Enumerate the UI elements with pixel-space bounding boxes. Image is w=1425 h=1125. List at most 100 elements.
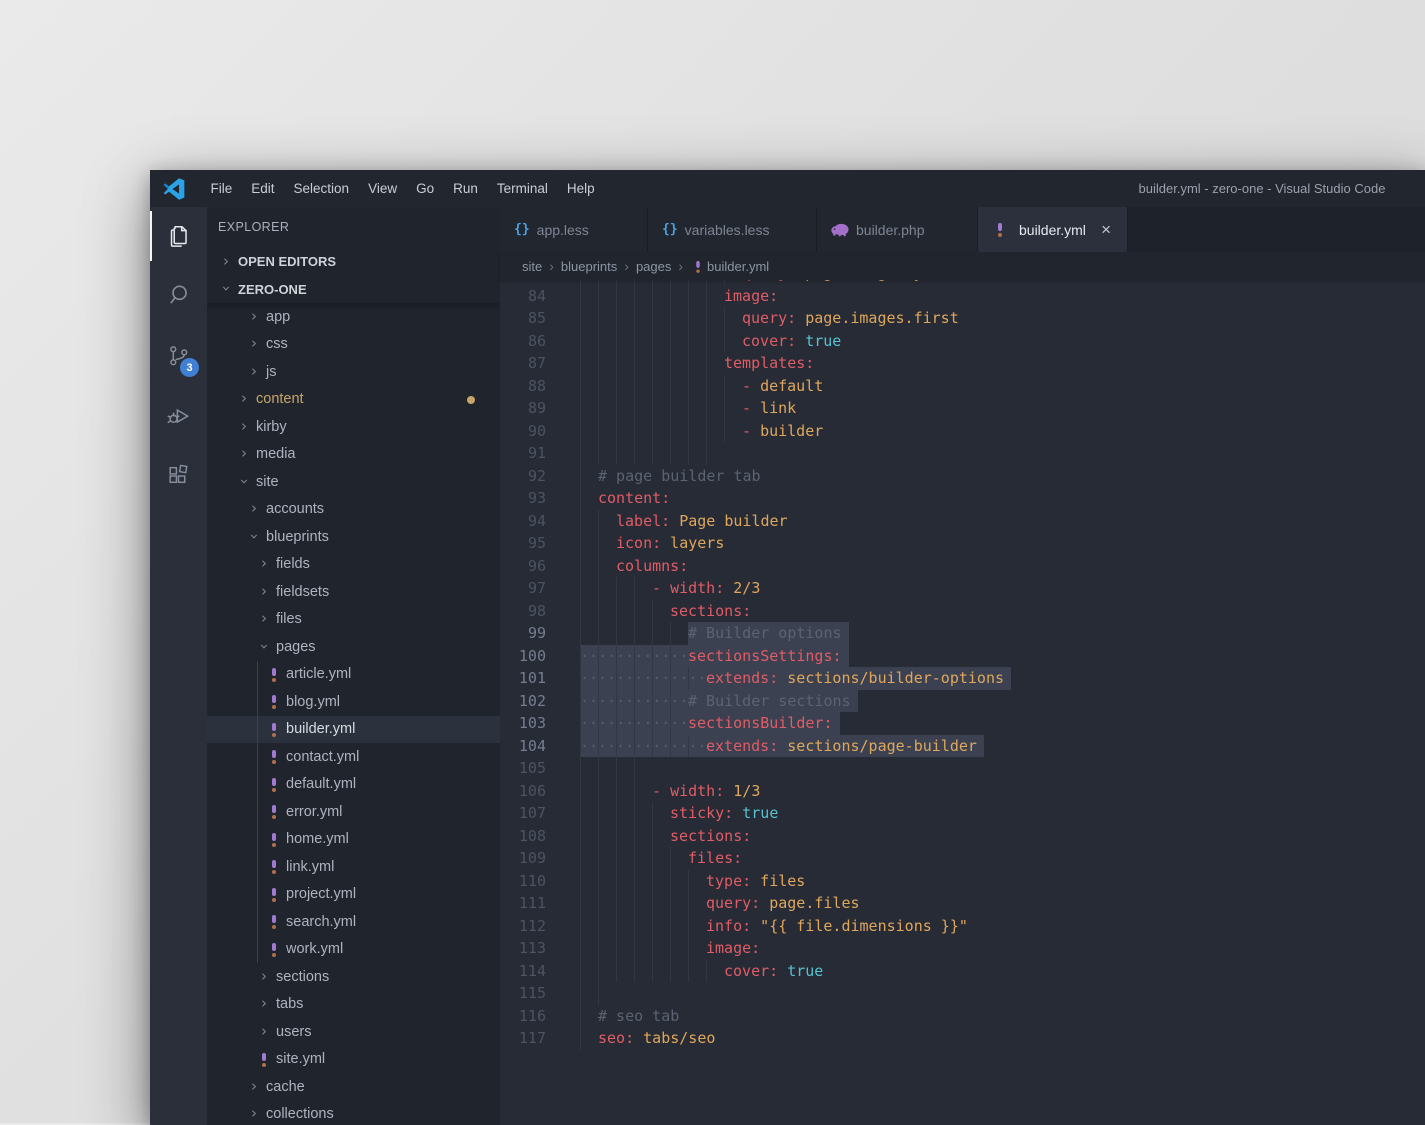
menu-help[interactable]: Help — [557, 170, 604, 207]
code-text: info: "{{ file.dimensions }}" — [706, 915, 968, 938]
code-line-102[interactable]: 102············# Builder sections — [500, 690, 1425, 713]
tree-item-files[interactable]: files — [207, 606, 500, 634]
code-line-117[interactable]: 117seo: tabs/seo — [500, 1027, 1425, 1050]
menu-run[interactable]: Run — [444, 170, 488, 207]
tree-item-content[interactable]: content — [207, 386, 500, 414]
menu-go[interactable]: Go — [407, 170, 444, 207]
indent-guide — [652, 825, 653, 848]
code-line-98[interactable]: 98sections: — [500, 600, 1425, 623]
indent-guide — [652, 622, 653, 645]
tree-item-js[interactable]: js — [207, 358, 500, 386]
code-editor[interactable]: 83query: page.images.y84image:85query: p… — [500, 280, 1425, 1125]
indent-guide — [634, 577, 635, 600]
activity-bar: 3 — [150, 207, 207, 1125]
line-number: 112 — [500, 915, 546, 938]
indent-guide — [598, 780, 599, 803]
code-line-93[interactable]: 93content: — [500, 487, 1425, 510]
tree-item-sections[interactable]: sections — [207, 963, 500, 991]
tab-builder.yml[interactable]: builder.yml× — [978, 207, 1128, 252]
code-line-100[interactable]: 100············sectionsSettings: — [500, 645, 1425, 668]
menu-view[interactable]: View — [359, 170, 407, 207]
code-line-107[interactable]: 107sticky: true — [500, 802, 1425, 825]
tab-app.less[interactable]: {}app.less — [500, 207, 648, 252]
tree-item-project.yml[interactable]: project.yml — [207, 881, 500, 909]
code-line-106[interactable]: 106- width: 1/3 — [500, 780, 1425, 803]
open-editors-section[interactable]: OPEN EDITORS — [207, 248, 500, 276]
tree-item-css[interactable]: css — [207, 331, 500, 359]
tree-item-fieldsets[interactable]: fieldsets — [207, 578, 500, 606]
breadcrumb-item-pages[interactable]: pages — [636, 259, 671, 274]
activity-search[interactable] — [150, 265, 207, 325]
code-line-101[interactable]: 101··············extends: sections/build… — [500, 667, 1425, 690]
code-line-92[interactable]: 92# page builder tab — [500, 465, 1425, 488]
activity-extensions[interactable] — [150, 445, 207, 505]
code-line-113[interactable]: 113image: — [500, 937, 1425, 960]
code-line-96[interactable]: 96columns: — [500, 555, 1425, 578]
code-line-99[interactable]: 99# Builder options — [500, 622, 1425, 645]
code-line-90[interactable]: 90- builder — [500, 420, 1425, 443]
breadcrumb-item-blueprints[interactable]: blueprints — [561, 259, 617, 274]
tree-item-app[interactable]: app — [207, 303, 500, 331]
tree-item-collections[interactable]: collections — [207, 1101, 500, 1125]
activity-source-control[interactable]: 3 — [150, 325, 207, 385]
tree-item-fields[interactable]: fields — [207, 551, 500, 579]
code-line-103[interactable]: 103············sectionsBuilder: — [500, 712, 1425, 735]
tree-item-search.yml[interactable]: search.yml — [207, 908, 500, 936]
code-line-112[interactable]: 112 info: "{{ file.dimensions }}" — [500, 915, 1425, 938]
tree-item-cache[interactable]: cache — [207, 1073, 500, 1101]
tree-item-contact.yml[interactable]: contact.yml — [207, 743, 500, 771]
indent-guide — [598, 892, 599, 915]
tree-item-work.yml[interactable]: work.yml — [207, 936, 500, 964]
tree-item-builder.yml[interactable]: builder.yml — [207, 716, 500, 744]
code-line-97[interactable]: 97- width: 2/3 — [500, 577, 1425, 600]
tree-item-tabs[interactable]: tabs — [207, 991, 500, 1019]
code-line-115[interactable]: 115 — [500, 982, 1425, 1005]
menu-file[interactable]: File — [201, 170, 242, 207]
code-line-95[interactable]: 95icon: layers — [500, 532, 1425, 555]
code-line-108[interactable]: 108sections: — [500, 825, 1425, 848]
code-line-88[interactable]: 88- default — [500, 375, 1425, 398]
menu-terminal[interactable]: Terminal — [487, 170, 557, 207]
tree-item-pages[interactable]: pages — [207, 633, 500, 661]
code-line-87[interactable]: 87templates: — [500, 352, 1425, 375]
tree-item-site[interactable]: site — [207, 468, 500, 496]
tree-item-site.yml[interactable]: site.yml — [207, 1046, 500, 1074]
menu-selection[interactable]: Selection — [284, 170, 359, 207]
code-line-110[interactable]: 110type: files — [500, 870, 1425, 893]
indent-guide — [652, 420, 653, 443]
tab-variables.less[interactable]: {}variables.less — [648, 207, 817, 252]
code-line-85[interactable]: 85query: page.images.first — [500, 307, 1425, 330]
tree-item-kirby[interactable]: kirby — [207, 413, 500, 441]
tree-item-link.yml[interactable]: link.yml — [207, 853, 500, 881]
menu-edit[interactable]: Edit — [242, 170, 284, 207]
code-line-105[interactable]: 105 — [500, 757, 1425, 780]
tree-item-blueprints[interactable]: blueprints — [207, 523, 500, 551]
tree-item-accounts[interactable]: accounts — [207, 496, 500, 524]
activity-run-and-debug[interactable] — [150, 385, 207, 445]
chevron-right-icon — [256, 584, 272, 600]
tree-item-error.yml[interactable]: error.yml — [207, 798, 500, 826]
tree-item-default.yml[interactable]: default.yml — [207, 771, 500, 799]
tree-item-home.yml[interactable]: home.yml — [207, 826, 500, 854]
tree-item-users[interactable]: users — [207, 1018, 500, 1046]
code-line-114[interactable]: 114cover: true — [500, 960, 1425, 983]
tab-builder.php[interactable]: builder.php — [817, 207, 978, 252]
close-tab-icon[interactable]: × — [1099, 221, 1113, 238]
code-line-84[interactable]: 84image: — [500, 285, 1425, 308]
tree-item-blog.yml[interactable]: blog.yml — [207, 688, 500, 716]
activity-explorer[interactable] — [150, 207, 207, 265]
code-line-86[interactable]: 86cover: true — [500, 330, 1425, 353]
code-line-91[interactable]: 91 — [500, 442, 1425, 465]
workspace-root-section[interactable]: ZERO-ONE — [207, 276, 500, 304]
tree-item-media[interactable]: media — [207, 441, 500, 469]
breadcrumb-item-site[interactable]: site — [522, 259, 542, 274]
breadcrumb-item-builder.yml[interactable]: builder.yml — [707, 259, 769, 274]
tree-item-article.yml[interactable]: article.yml — [207, 661, 500, 689]
code-line-116[interactable]: 116# seo tab — [500, 1005, 1425, 1028]
code-line-111[interactable]: 111query: page.files — [500, 892, 1425, 915]
code-text: query: page.files — [706, 892, 860, 915]
code-line-109[interactable]: 109files: — [500, 847, 1425, 870]
code-line-104[interactable]: 104··············extends: sections/page-… — [500, 735, 1425, 758]
code-line-94[interactable]: 94label: Page builder — [500, 510, 1425, 533]
code-line-89[interactable]: 89- link — [500, 397, 1425, 420]
